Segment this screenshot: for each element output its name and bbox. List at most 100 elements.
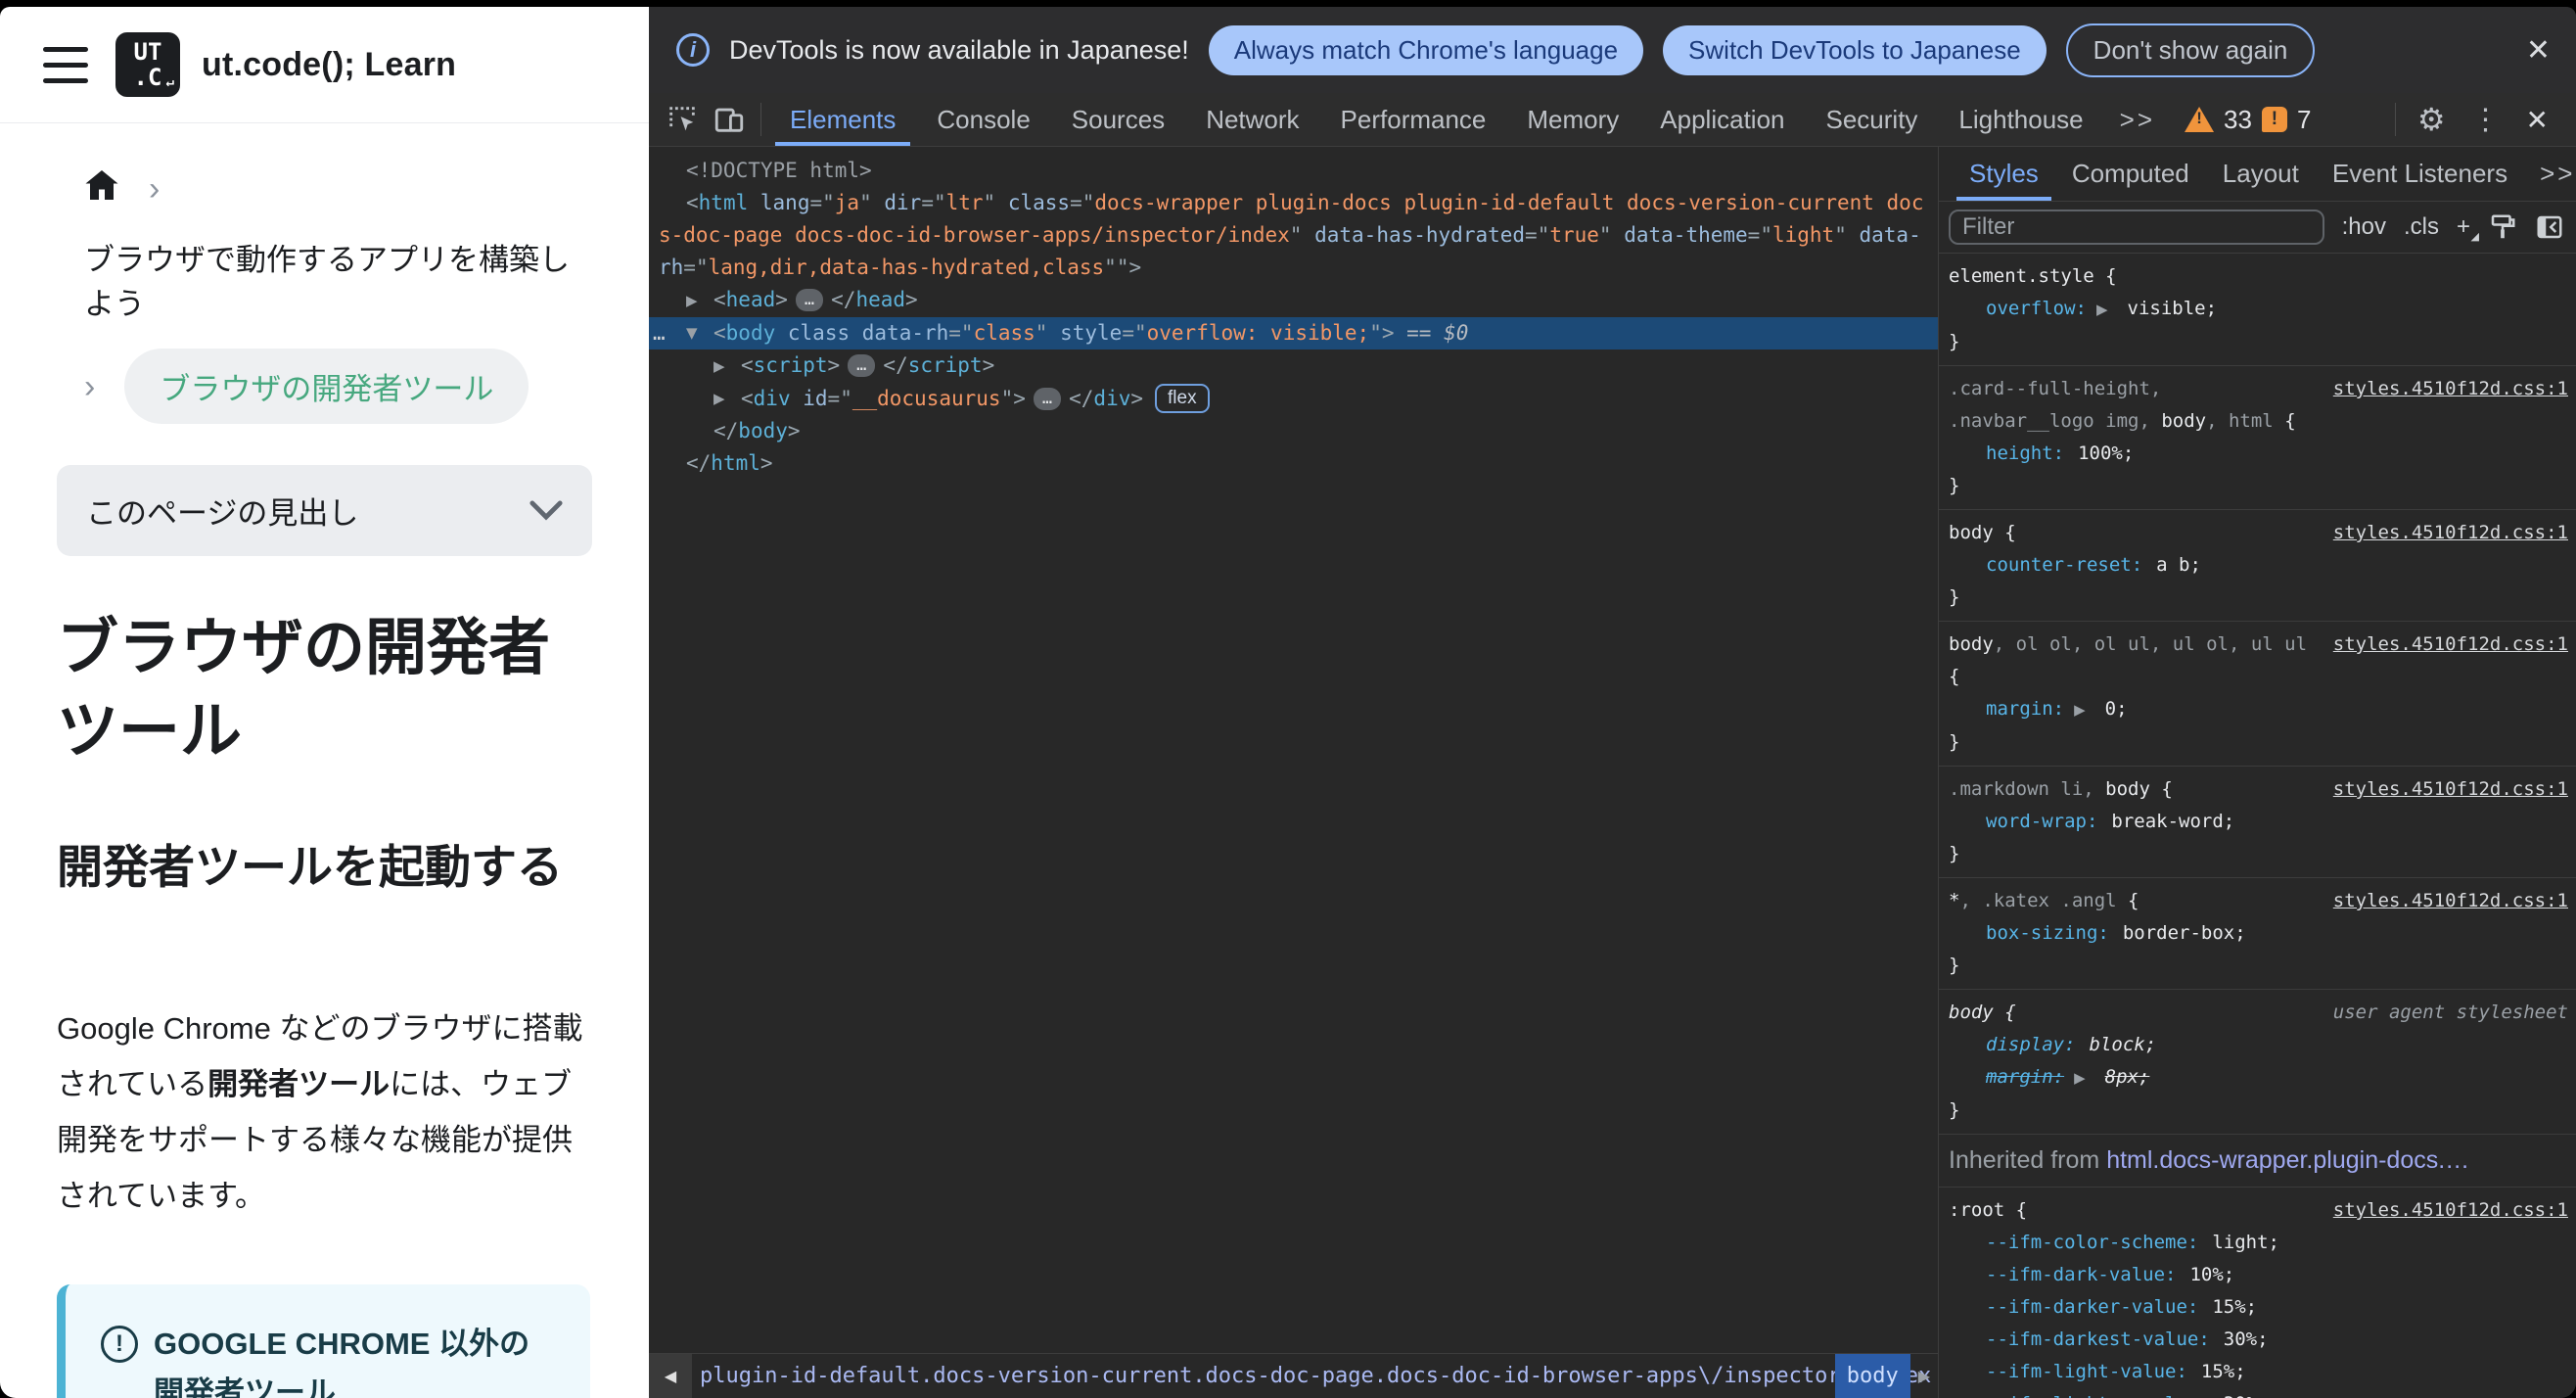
syntax-token — [1047, 321, 1060, 345]
tab-network[interactable]: Network — [1185, 93, 1319, 146]
css-property[interactable]: --ifm-light-value: 15%; — [1949, 1356, 2568, 1388]
issues-count[interactable]: 7 — [2297, 105, 2311, 135]
inline-expand-button[interactable]: … — [848, 354, 876, 377]
hamburger-menu-icon[interactable] — [43, 46, 88, 83]
collapse-arrow-icon[interactable]: ▼ — [686, 317, 713, 350]
tab-computed[interactable]: Computed — [2055, 147, 2206, 201]
tab-layout[interactable]: Layout — [2206, 147, 2316, 201]
styles-filter-input[interactable] — [1949, 210, 2324, 245]
breadcrumb-current[interactable]: ブラウザの開発者ツール — [124, 349, 529, 424]
dom-tree-node[interactable]: <html lang="ja" dir="ltr" class="docs-wr… — [649, 187, 1938, 284]
tab-memory[interactable]: Memory — [1506, 93, 1639, 146]
dom-tree-node[interactable]: ▶ <head>… </head> — [649, 284, 1938, 317]
dont-show-again-button[interactable]: Don't show again — [2065, 23, 2316, 77]
css-property[interactable]: word-wrap: break-word; — [1949, 806, 2568, 838]
toggle-sidebar-icon[interactable] — [2535, 212, 2564, 242]
tab-application[interactable]: Application — [1639, 93, 1805, 146]
rule-close-brace: } — [1949, 955, 1960, 976]
expand-arrow-icon[interactable]: ▶ — [686, 285, 713, 317]
node-overflow-dots-icon[interactable]: … — [653, 317, 667, 350]
expand-value-arrow-icon[interactable]: ▶ — [2074, 701, 2086, 719]
devtools-close-icon[interactable]: ✕ — [2512, 104, 2562, 136]
inline-expand-button[interactable]: … — [1033, 387, 1062, 410]
device-toolbar-icon[interactable] — [706, 93, 753, 146]
css-property[interactable]: display: block; — [1949, 1029, 2568, 1061]
inherited-from-header: Inherited from html.docs-wrapper.plugin-… — [1939, 1135, 2576, 1188]
css-property[interactable]: counter-reset: a b; — [1949, 549, 2568, 582]
settings-gear-icon[interactable]: ⚙ — [2404, 101, 2460, 138]
css-property[interactable]: box-sizing: border-box; — [1949, 917, 2568, 950]
stylesheet-source-link[interactable]: styles.4510f12d.css:1 — [2333, 1194, 2568, 1227]
site-logo[interactable]: UT .C ↵ — [115, 32, 180, 97]
rendering-emulation-icon[interactable] — [2488, 212, 2517, 242]
syntax-token: ja — [834, 191, 860, 214]
stylesheet-source-link[interactable]: styles.4510f12d.css:1 — [2333, 885, 2568, 917]
css-property[interactable]: --ifm-lighter-value:30%; — [1949, 1388, 2568, 1398]
tab-styles[interactable]: Styles — [1953, 147, 2055, 201]
stylesheet-source-link[interactable]: styles.4510f12d.css:1 — [2333, 373, 2568, 405]
tab-sources[interactable]: Sources — [1051, 93, 1185, 146]
stylesheet-source-link[interactable]: styles.4510f12d.css:1 — [2333, 773, 2568, 806]
inherited-node-link[interactable]: html.docs-wrapper.plugin-docs.… — [2106, 1146, 2469, 1174]
expand-arrow-icon[interactable]: ▶ — [713, 383, 741, 415]
toggle-hover-state-button[interactable]: :hov — [2342, 213, 2386, 241]
docs-page: UT .C ↵ ut.code(); Learn › ブラウザで動作するアプリを… — [0, 7, 649, 1398]
syntax-token: > — [1381, 320, 1395, 345]
syntax-token: =" — [827, 386, 852, 410]
dom-tree-node[interactable]: … ▼ <body class data-rh="class" style="ove… — [649, 316, 1938, 350]
kebab-menu-icon[interactable]: ⋮ — [2460, 103, 2512, 137]
syntax-token: " — [1035, 320, 1048, 345]
breadcrumb-forward-icon[interactable]: ▶ — [1910, 1354, 1938, 1398]
syntax-token — [872, 191, 885, 214]
dom-tree-node[interactable]: </body> — [649, 415, 1938, 447]
tab-security[interactable]: Security — [1806, 93, 1939, 146]
flex-badge[interactable]: flex — [1155, 383, 1210, 413]
toggle-class-button[interactable]: .cls — [2404, 213, 2439, 241]
expand-value-arrow-icon[interactable]: ▶ — [2074, 1069, 2086, 1087]
expand-value-arrow-icon[interactable]: ▶ — [2096, 301, 2108, 318]
css-property[interactable]: margin: ▶ 8px; — [1949, 1061, 2568, 1095]
syntax-token: > — [787, 419, 801, 443]
dom-tree-node[interactable]: ▶ <script>… </script> — [649, 350, 1938, 383]
tab-event-listeners[interactable]: Event Listeners — [2316, 147, 2524, 201]
css-property[interactable]: height: 100%; — [1949, 438, 2568, 470]
issues-icon[interactable]: ! — [2261, 107, 2287, 132]
tab-performance[interactable]: Performance — [1320, 93, 1507, 146]
css-property[interactable]: margin: ▶ 0; — [1949, 693, 2568, 726]
site-title[interactable]: ut.code(); Learn — [202, 46, 456, 84]
warning-icon[interactable] — [2185, 107, 2215, 132]
css-property[interactable]: --ifm-color-scheme: light; — [1949, 1227, 2568, 1259]
tab-console[interactable]: Console — [916, 93, 1050, 146]
dom-tree-node[interactable]: <!DOCTYPE html> — [649, 155, 1938, 187]
css-property[interactable]: --ifm-dark-value: 10%; — [1949, 1259, 2568, 1291]
new-style-rule-button[interactable]: + ◢ — [2457, 213, 2479, 243]
home-icon[interactable] — [84, 168, 119, 210]
rule-selector[interactable]: element.style { — [1949, 260, 2568, 293]
expand-arrow-icon[interactable]: ▶ — [713, 350, 741, 383]
match-language-button[interactable]: Always match Chrome's language — [1208, 24, 1644, 75]
dom-tree-node[interactable]: </html> — [649, 447, 1938, 480]
css-property[interactable]: --ifm-darker-value: 15%; — [1949, 1291, 2568, 1324]
more-sidebar-tabs-icon[interactable]: >> — [2524, 147, 2576, 201]
stylesheet-source-link[interactable]: styles.4510f12d.css:1 — [2333, 517, 2568, 549]
dom-breadcrumb-path[interactable]: plugin-id-default.docs-version-current.d… — [692, 1354, 1931, 1398]
css-property[interactable]: overflow: ▶ visible; — [1949, 293, 2568, 326]
tab-lighthouse[interactable]: Lighthouse — [1938, 93, 2103, 146]
toc-collapsible[interactable]: このページの見出し — [57, 465, 592, 556]
syntax-token: dir — [884, 191, 922, 214]
breadcrumb-level1[interactable]: ブラウザで動作するアプリを構築しよう — [84, 235, 592, 323]
more-tabs-icon[interactable]: >> — [2104, 93, 2171, 146]
infobar-close-icon[interactable]: ✕ — [2526, 33, 2551, 68]
dom-breadcrumb-selected[interactable]: body — [1834, 1354, 1910, 1398]
syntax-token — [791, 387, 804, 410]
syntax-token — [1302, 223, 1314, 247]
breadcrumb-back-icon[interactable]: ◀ — [649, 1354, 692, 1398]
inline-expand-button[interactable]: … — [795, 289, 824, 311]
tab-elements[interactable]: Elements — [769, 93, 916, 146]
stylesheet-source-link[interactable]: styles.4510f12d.css:1 — [2333, 629, 2568, 661]
switch-japanese-button[interactable]: Switch DevTools to Japanese — [1663, 24, 2047, 75]
warning-count[interactable]: 33 — [2224, 105, 2252, 135]
dom-tree-node[interactable]: ▶ <div id="__docusaurus">… </div> flex — [649, 383, 1938, 416]
inspect-element-icon[interactable] — [659, 93, 706, 146]
css-property[interactable]: --ifm-darkest-value: 30%; — [1949, 1324, 2568, 1356]
